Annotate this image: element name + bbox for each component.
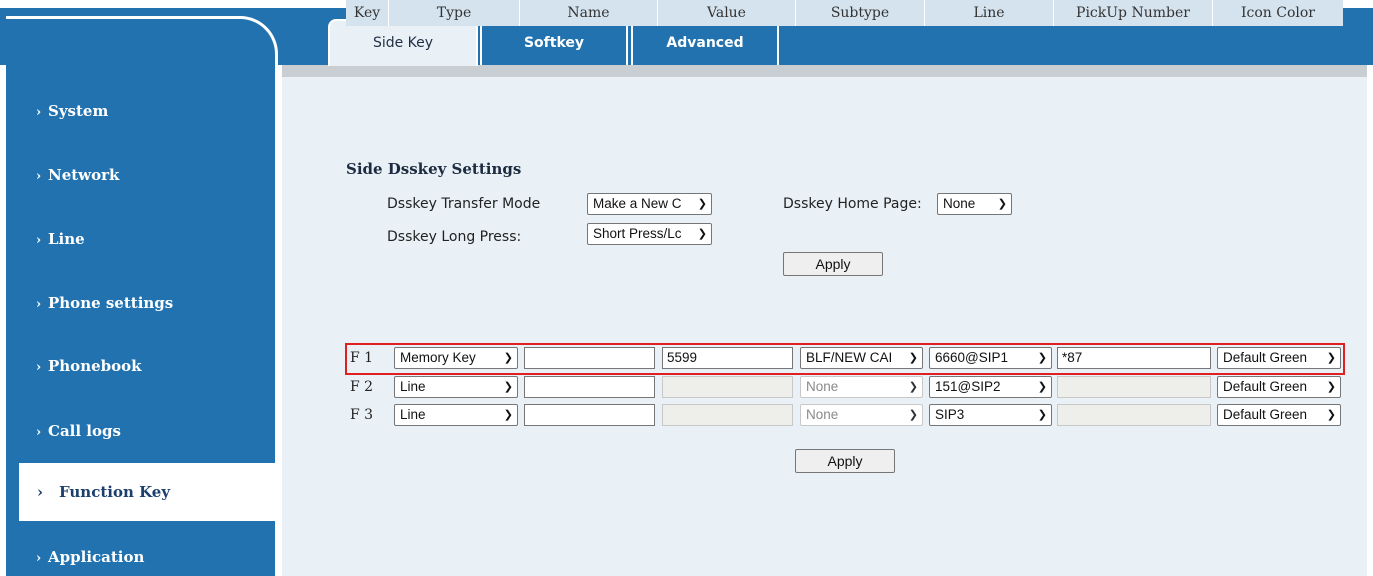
- column-header-line: Line: [925, 0, 1054, 26]
- subtype-select-f3: None ❯: [800, 404, 923, 426]
- value-input-f2: [662, 376, 793, 398]
- chevron-right-icon: ›: [36, 297, 42, 312]
- sidebar-item-application[interactable]: › Application: [36, 548, 144, 566]
- chevron-right-icon: ›: [36, 360, 42, 375]
- chevron-down-icon: ❯: [695, 194, 707, 214]
- long-press-label: Dsskey Long Press:: [387, 229, 522, 245]
- transfer-mode-label: Dsskey Transfer Mode: [387, 196, 541, 212]
- name-input-f3[interactable]: [524, 404, 655, 426]
- chevron-down-icon: ❯: [501, 405, 513, 425]
- line-select-f3[interactable]: SIP3 ❯: [929, 404, 1052, 426]
- value-input-f3: [662, 404, 793, 426]
- chevron-down-icon: ❯: [995, 194, 1007, 214]
- sidebar-item-label: System: [48, 102, 109, 120]
- sidebar-item-phone-settings[interactable]: › Phone settings: [36, 294, 173, 312]
- sidebar-item-label: Function Key: [59, 483, 171, 501]
- column-header-value: Value: [658, 0, 796, 26]
- chevron-down-icon: ❯: [1324, 405, 1336, 425]
- settings-apply-button[interactable]: Apply: [783, 252, 883, 276]
- chevron-right-icon: ›: [36, 425, 42, 440]
- column-header-icon-color: Icon Color: [1213, 0, 1343, 26]
- tab-side-key[interactable]: Side Key: [328, 19, 478, 66]
- line-select-f2[interactable]: 151@SIP2 ❯: [929, 376, 1052, 398]
- pickup-input-f3: [1057, 404, 1211, 426]
- chevron-down-icon: ❯: [1035, 405, 1047, 425]
- subtype-select-f2: None ❯: [800, 376, 923, 398]
- chevron-right-icon: ›: [36, 105, 42, 120]
- column-header-name: Name: [520, 0, 658, 26]
- sidebar-item-label: Phone settings: [48, 294, 174, 312]
- sidebar-item-system[interactable]: › System: [36, 102, 108, 120]
- chevron-down-icon: ❯: [906, 405, 918, 425]
- row-key-f3: F 3: [350, 407, 374, 423]
- chevron-down-icon: ❯: [1035, 377, 1047, 397]
- chevron-right-icon: ›: [36, 233, 42, 248]
- section-title: Side Dsskey Settings: [346, 160, 522, 178]
- table-apply-button[interactable]: Apply: [795, 449, 895, 473]
- icon-color-select-f3[interactable]: Default Green ❯: [1217, 404, 1341, 426]
- chevron-down-icon: ❯: [906, 377, 918, 397]
- tab-underline-bar: [282, 65, 1367, 77]
- home-page-select[interactable]: None ❯: [937, 193, 1012, 215]
- transfer-mode-select[interactable]: Make a New C ❯: [587, 193, 712, 215]
- sidebar-item-function-key[interactable]: › Function Key: [19, 463, 276, 521]
- type-select-f3[interactable]: Line ❯: [394, 404, 518, 426]
- sidebar-item-label: Network: [48, 166, 120, 184]
- name-input-f2[interactable]: [524, 376, 655, 398]
- row-key-f2: F 2: [350, 379, 374, 395]
- chevron-down-icon: ❯: [695, 224, 707, 244]
- content-panel: [282, 77, 1367, 576]
- sidebar-item-line[interactable]: › Line: [36, 230, 85, 248]
- sidebar-item-label: Call logs: [48, 422, 121, 440]
- icon-color-select-f2[interactable]: Default Green ❯: [1217, 376, 1341, 398]
- chevron-right-icon: ›: [37, 483, 43, 501]
- sidebar-item-label: Application: [48, 548, 145, 566]
- sidebar-item-network[interactable]: › Network: [36, 166, 119, 184]
- chevron-right-icon: ›: [36, 551, 42, 566]
- chevron-right-icon: ›: [36, 169, 42, 184]
- chevron-down-icon: ❯: [1324, 377, 1336, 397]
- highlight-box-f1-row: [345, 343, 1345, 375]
- chevron-down-icon: ❯: [501, 377, 513, 397]
- type-select-f2[interactable]: Line ❯: [394, 376, 518, 398]
- pickup-input-f2: [1057, 376, 1211, 398]
- sidebar-item-phonebook[interactable]: › Phonebook: [36, 357, 142, 375]
- long-press-select[interactable]: Short Press/Lc ❯: [587, 223, 712, 245]
- column-header-type: Type: [389, 0, 520, 26]
- sidebar-item-label: Phonebook: [48, 357, 142, 375]
- column-header-subtype: Subtype: [796, 0, 925, 26]
- column-header-pickup-number: PickUp Number: [1054, 0, 1213, 26]
- sidebar-item-call-logs[interactable]: › Call logs: [36, 422, 121, 440]
- home-page-label: Dsskey Home Page:: [783, 196, 922, 212]
- column-header-key: Key: [346, 0, 389, 26]
- sidebar-item-label: Line: [48, 230, 85, 248]
